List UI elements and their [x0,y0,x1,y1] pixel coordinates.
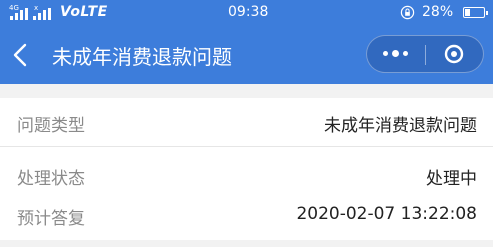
battery-percent: 28% [422,4,454,20]
close-button[interactable] [426,36,484,72]
signal-bars-2-icon [33,8,55,20]
network-type: VoLTE [60,4,108,20]
back-chevron-icon[interactable] [10,42,32,68]
row-value-issue-type: 未成年消费退款问题 [324,116,477,136]
row-divider [0,146,493,147]
miniprogram-capsule [366,35,484,73]
more-dot-icon [403,51,408,56]
row-label-expected-reply: 预计答复 [17,209,85,229]
signal-bars-icon [10,8,32,20]
detail-card: 问题类型 未成年消费退款问题 处理状态 处理中 预计答复 2020-02-07 … [0,98,493,240]
target-circle-icon [444,44,464,64]
status-bar: 4G x VoLTE 09:38 28% [0,0,493,26]
header: 4G x VoLTE 09:38 28% 未成年消费退款问题 [0,0,493,84]
more-dot-icon [383,51,388,56]
status-time: 09:38 [228,4,269,20]
more-button[interactable] [367,36,425,72]
row-label-status: 处理状态 [17,169,85,189]
row-value-expected-reply: 2020-02-07 13:22:08 [296,204,477,224]
row-value-status: 处理中 [426,169,477,189]
more-dot-icon [392,50,399,57]
page-title: 未成年消费退款问题 [52,45,232,69]
battery-icon [463,7,488,18]
nav-bar: 未成年消费退款问题 [0,26,493,84]
row-label-issue-type: 问题类型 [17,116,85,136]
rotation-lock-icon [400,5,415,20]
